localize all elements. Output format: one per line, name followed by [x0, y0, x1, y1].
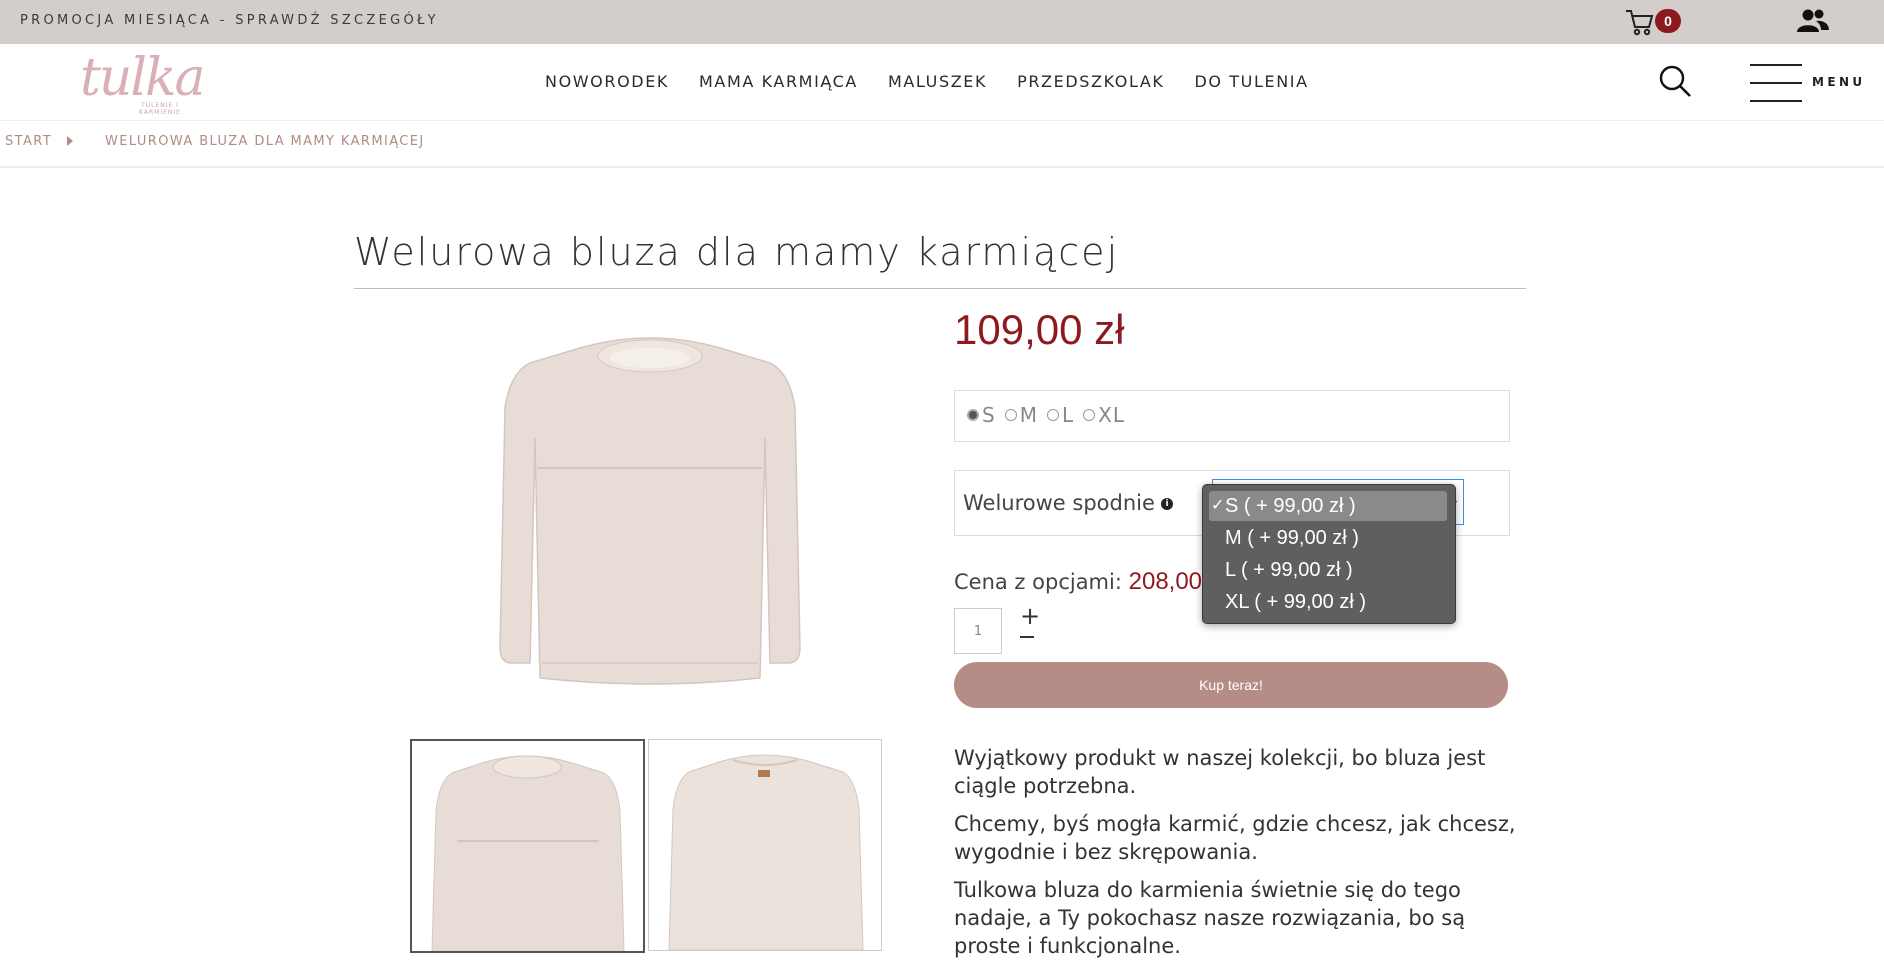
logo-wordmark: tulka — [80, 48, 206, 108]
checkmark-icon: ✓ — [1211, 497, 1225, 514]
cart-count-badge: 0 — [1655, 9, 1681, 33]
quantity-plus-button[interactable]: + — [1020, 602, 1040, 630]
hamburger-icon-bar — [1750, 82, 1802, 84]
options-price-value: 208,00 — [1128, 568, 1203, 595]
pants-option-label: Welurowe spodnie — [963, 491, 1155, 515]
buy-now-button[interactable]: Kup teraz! — [954, 662, 1508, 708]
thumbnail-back-image — [668, 754, 864, 950]
size-label-l[interactable]: L — [1062, 403, 1074, 427]
size-selector: S M L XL — [954, 390, 1510, 442]
hamburger-icon-bar — [1750, 100, 1802, 102]
options-price: Cena z opcjami: 208,00 — [954, 568, 1202, 596]
dropdown-option-label: XL ( + 99,00 zł ) — [1225, 591, 1366, 613]
description-paragraph: Chcemy, byś mogła karmić, gdzie chcesz, … — [954, 812, 1516, 864]
promo-text[interactable]: PROMOCJA MIESIĄCA - SPRAWDŹ SZCZEGÓŁY — [20, 13, 439, 28]
thumbnail-front-image — [431, 755, 625, 951]
nav-item-mama-karmiaca[interactable]: MAMA KARMIĄCA — [699, 72, 858, 96]
breadcrumb-start-link[interactable]: START — [5, 134, 52, 149]
hamburger-icon — [1750, 64, 1802, 66]
dropdown-option-s[interactable]: ✓ S ( + 99,00 zł ) — [1209, 491, 1447, 521]
product-main-image[interactable] — [470, 318, 830, 708]
promo-bar[interactable]: PROMOCJA MIESIĄCA - SPRAWDŹ SZCZEGÓŁY 0 — [0, 0, 1884, 44]
quantity-input[interactable]: 1 — [954, 608, 1002, 654]
breadcrumb: START WELUROWA BLUZA DLA MAMY KARMIĄCEJ — [0, 121, 1884, 168]
dropdown-option-l[interactable]: L ( + 99,00 zł ) — [1209, 555, 1447, 585]
search-button[interactable] — [1658, 64, 1692, 98]
title-divider — [354, 288, 1526, 289]
site-header: tulka TULENIE I KARMIENIE NOWORODEK MAMA… — [0, 44, 1884, 121]
info-icon[interactable]: i — [1161, 498, 1173, 510]
size-label-xl[interactable]: XL — [1098, 403, 1125, 427]
pants-size-dropdown: ✓ S ( + 99,00 zł ) M ( + 99,00 zł ) L ( … — [1202, 484, 1456, 624]
size-radio-l[interactable] — [1046, 409, 1059, 421]
size-label-m[interactable]: M — [1020, 403, 1038, 427]
nav-item-noworodek[interactable]: NOWORODEK — [545, 72, 669, 96]
nav-item-maluszek[interactable]: MALUSZEK — [888, 72, 987, 96]
main-nav: NOWORODEK MAMA KARMIĄCA MALUSZEK PRZEDSZ… — [545, 72, 1339, 96]
product-thumbnail-front[interactable] — [410, 739, 645, 953]
menu-label: MENU — [1812, 75, 1866, 89]
size-label-s[interactable]: S — [982, 403, 996, 427]
description-paragraph: Wyjątkowy produkt w naszej kolekcji, bo … — [954, 746, 1486, 798]
size-radio-s[interactable] — [967, 409, 979, 421]
menu-button[interactable]: MENU — [1750, 60, 1862, 106]
nav-item-przedszkolak[interactable]: PRZEDSZKOLAK — [1017, 72, 1164, 96]
users-icon — [1797, 9, 1829, 32]
quantity-minus-button[interactable] — [1020, 636, 1034, 638]
sweatshirt-front-image — [499, 337, 801, 685]
dropdown-option-label: L ( + 99,00 zł ) — [1225, 559, 1353, 581]
cart-icon — [1626, 10, 1654, 36]
product-thumbnail-back[interactable] — [648, 739, 882, 951]
logo-tagline: TULENIE I KARMIENIE — [139, 102, 181, 116]
dropdown-option-xl[interactable]: XL ( + 99,00 zł ) — [1209, 587, 1447, 617]
nav-item-do-tulenia[interactable]: DO TULENIA — [1195, 72, 1309, 96]
size-radio-m[interactable] — [1004, 409, 1017, 421]
dropdown-option-label: S ( + 99,00 zł ) — [1225, 495, 1356, 517]
options-price-label: Cena z opcjami: — [954, 570, 1122, 594]
search-icon — [1659, 65, 1691, 97]
product-description: Wyjątkowy produkt w naszej kolekcji, bo … — [954, 744, 1524, 970]
account-button[interactable] — [1796, 8, 1830, 34]
product-price: 109,00 zł — [954, 306, 1125, 353]
breadcrumb-current: WELUROWA BLUZA DLA MAMY KARMIĄCEJ — [105, 134, 425, 149]
cart-button[interactable]: 0 — [1624, 7, 1684, 37]
size-radio-xl[interactable] — [1083, 409, 1096, 421]
description-paragraph: Tulkowa bluza do karmienia świetnie się … — [954, 878, 1466, 958]
dropdown-option-m[interactable]: M ( + 99,00 zł ) — [1209, 523, 1447, 553]
product-title: Welurowa bluza dla mamy karmiącej — [354, 230, 1120, 274]
dropdown-option-label: M ( + 99,00 zł ) — [1225, 527, 1359, 549]
logo[interactable]: tulka TULENIE I KARMIENIE — [78, 48, 206, 116]
breadcrumb-arrow-icon — [67, 136, 73, 146]
